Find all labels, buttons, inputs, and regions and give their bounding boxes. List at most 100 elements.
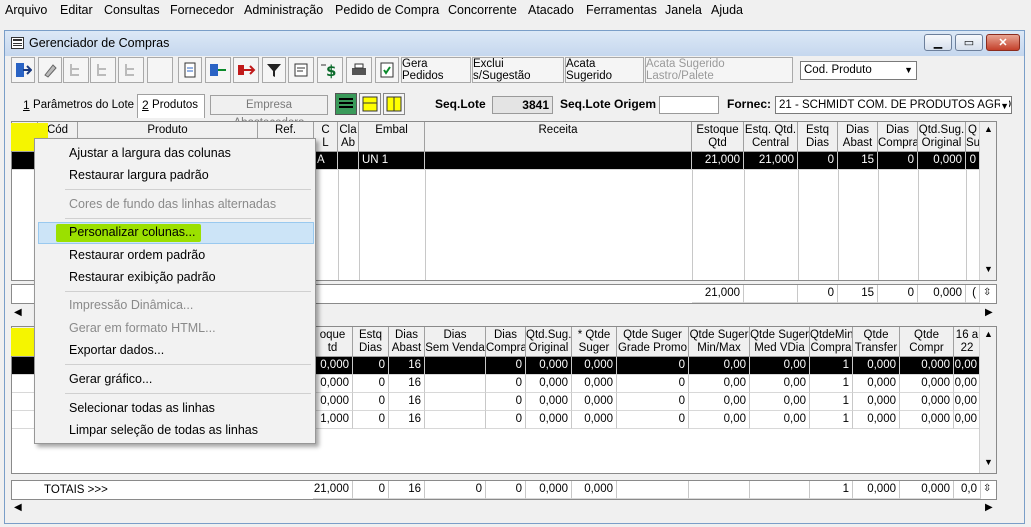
grid2-header-qtde-suger[interactable]: * Qtde Suger [572, 327, 617, 357]
menu-editar[interactable]: Editar [60, 3, 93, 17]
spin-icon[interactable]: ⇳ [983, 483, 991, 494]
grid2-header-dias-compra[interactable]: Dias Compra [486, 327, 526, 357]
grid1-total-estq-dias: 0 [798, 285, 838, 303]
menu-item-limpar-selecao[interactable]: Limpar seleção de todas as linhas [69, 423, 258, 437]
menu-item-impressao-dinamica[interactable]: Impressão Dinâmica... [69, 298, 193, 312]
view-mode-button-2[interactable] [359, 93, 381, 115]
seq-lote-origem-field[interactable] [659, 96, 719, 114]
grid2-vertical-scrollbar[interactable]: ▲ ▼ [979, 327, 996, 473]
print-button[interactable] [346, 57, 372, 83]
grid2-header-qtde-transfer[interactable]: Qtde Transfer [853, 327, 900, 357]
empresa-abastecedora-button[interactable]: Empresa Abastecedora [210, 95, 328, 129]
grid1-vertical-scrollbar[interactable]: ▲ ▼ [979, 122, 996, 280]
grid1-header-estq-dias[interactable]: Estq Dias [798, 122, 838, 152]
menu-item-gerar-html[interactable]: Gerar em formato HTML... [69, 321, 216, 335]
exit-button[interactable] [11, 57, 35, 83]
scroll-right-icon[interactable]: ▶ [985, 502, 993, 513]
edit-button[interactable] [38, 57, 62, 83]
scroll-right-icon[interactable]: ▶ [985, 307, 993, 318]
menu-administracao[interactable]: Administração [244, 3, 323, 17]
scroll-up-icon[interactable]: ▲ [984, 124, 993, 134]
grid2-header-grade-promo[interactable]: Qtde Suger Grade Promo [617, 327, 689, 357]
maximize-button[interactable]: ▭ [955, 34, 983, 51]
grid2-header-dias-abast[interactable]: Dias Abast [389, 327, 425, 357]
grid2-header-qtdemin-compra[interactable]: QtdeMin Compra [810, 327, 853, 357]
grid1-header-dias-compra[interactable]: Dias Compra [878, 122, 918, 152]
grid1-header-cl[interactable]: C L [314, 122, 338, 152]
tree-button-1[interactable] [63, 57, 89, 83]
tree-button-2[interactable] [90, 57, 116, 83]
grid1-header-qtd-sug[interactable]: Qtd.Sug. Original [918, 122, 966, 152]
grid1-header-dias-abast[interactable]: Dias Abast [838, 122, 878, 152]
menu-atacado[interactable]: Atacado [528, 3, 574, 17]
send-button[interactable] [233, 57, 259, 83]
menu-ajuda[interactable]: Ajuda [711, 3, 743, 17]
grid1-header-su[interactable]: Q Su [966, 122, 980, 152]
grid1-header-estoque[interactable]: Estoque Qtd [692, 122, 744, 152]
menu-fornecedor[interactable]: Fornecedor [170, 3, 234, 17]
acata-sugerido-lastro-button[interactable]: Acata Sugerido Lastro/Palete [645, 57, 793, 83]
money-button[interactable]: $ [317, 57, 343, 83]
menu-item-restaurar-largura[interactable]: Restaurar largura padrão [69, 168, 209, 182]
scroll-left-icon[interactable]: ◀ [14, 307, 22, 318]
scroll-down-icon[interactable]: ▼ [984, 264, 993, 274]
row-cell: 0,000 [572, 357, 617, 375]
menu-consultas[interactable]: Consultas [104, 3, 160, 17]
grid2-horizontal-scrollbar[interactable]: ◀ ▶ [11, 500, 997, 517]
view-mode-button-3[interactable] [383, 93, 405, 115]
new-document-button[interactable] [178, 57, 202, 83]
menu-arquivo[interactable]: Arquivo [5, 3, 47, 17]
seq-lote-field[interactable]: 3841 [492, 96, 553, 114]
row-cell: 0 [617, 411, 689, 429]
tab-parametros-lote[interactable]: 1 Parâmetros do Lote [23, 94, 134, 116]
transfer-button[interactable] [205, 57, 231, 83]
blank-button[interactable] [147, 57, 173, 83]
total-cell [617, 481, 689, 499]
grid1-header-clab[interactable]: Cla Ab [338, 122, 359, 152]
menu-item-ajustar-largura[interactable]: Ajustar a largura das colunas [69, 146, 231, 160]
spin-icon[interactable]: ⇳ [983, 287, 991, 298]
grid2-header-dias-sem-venda[interactable]: Dias Sem Venda [425, 327, 486, 357]
acata-sugerido-button[interactable]: Acata Sugerido [565, 57, 644, 83]
tab-produtos[interactable]: 2 Produtos [142, 94, 198, 116]
menu-item-cores-fundo[interactable]: Cores de fundo das linhas alternadas [69, 197, 276, 211]
close-button[interactable]: ✕ [986, 34, 1020, 51]
menu-ferramentas[interactable]: Ferramentas [586, 3, 657, 17]
tree-button-3[interactable] [118, 57, 144, 83]
menu-janela[interactable]: Janela [665, 3, 702, 17]
menu-item-restaurar-ordem[interactable]: Restaurar ordem padrão [69, 248, 205, 262]
row-cell-estoque: 21,000 [692, 152, 744, 170]
grid2-header-estoque[interactable]: oque td [313, 327, 353, 357]
clipboard-check-icon [380, 62, 394, 78]
approve-button[interactable] [375, 57, 399, 83]
view-mode-button-1[interactable] [335, 93, 357, 115]
menu-item-restaurar-exibicao[interactable]: Restaurar exibição padrão [69, 270, 216, 284]
row-cell: 16 [389, 357, 425, 375]
scroll-up-icon[interactable]: ▲ [984, 329, 993, 339]
grid1-header-estq-central[interactable]: Estq. Qtd. Central [744, 122, 798, 152]
menu-item-gerar-grafico[interactable]: Gerar gráfico... [69, 372, 152, 386]
menu-item-exportar-dados[interactable]: Exportar dados... [69, 343, 164, 357]
grid2-header-min-max[interactable]: Qtde Suger Min/Max [689, 327, 750, 357]
grid2-header-med-vdia[interactable]: Qtde Suger Med VDia [750, 327, 810, 357]
notes-button[interactable] [288, 57, 314, 83]
menu-concorrente[interactable]: Concorrente [448, 3, 517, 17]
scroll-left-icon[interactable]: ◀ [14, 502, 22, 513]
grid2-header-qtd-sug[interactable]: Qtd.Sug. Original [526, 327, 572, 357]
menu-pedido-de-compra[interactable]: Pedido de Compra [335, 3, 439, 17]
scroll-down-icon[interactable]: ▼ [984, 457, 993, 467]
menu-item-personalizar-colunas[interactable]: Personalizar colunas... [69, 225, 195, 239]
grid2-header-qtde-compr[interactable]: Qtde Compr [900, 327, 954, 357]
row-cell: 0,000 [900, 357, 954, 375]
grid1-header-embal[interactable]: Embal [359, 122, 425, 152]
menu-item-selecionar-todas[interactable]: Selecionar todas as linhas [69, 401, 215, 415]
exclui-sugestao-button[interactable]: Exclui s/Sugestão [472, 57, 564, 83]
gera-pedidos-button[interactable]: Gera Pedidos [401, 57, 471, 83]
order-select[interactable]: Cod. Produto ▼ [800, 61, 917, 80]
grid2-header-estq-dias[interactable]: Estq Dias [353, 327, 389, 357]
fornecedor-select[interactable]: 21 - SCHMIDT COM. DE PRODUTOS AGRO ▼ [775, 96, 1012, 114]
grid1-header-receita[interactable]: Receita [425, 122, 692, 152]
grid2-header-16a22[interactable]: 16 a 22 [954, 327, 981, 357]
minimize-button[interactable]: ▁ [924, 34, 952, 51]
filter-button[interactable] [262, 57, 286, 83]
